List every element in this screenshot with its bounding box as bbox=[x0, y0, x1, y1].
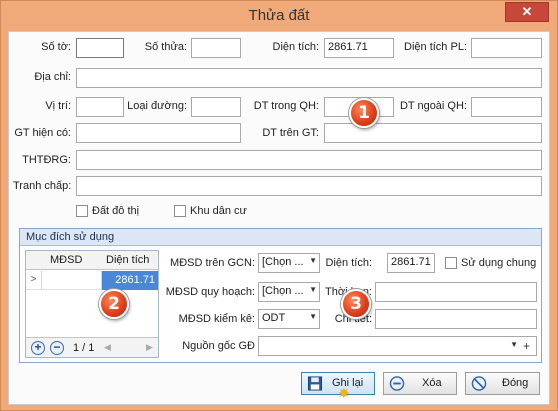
chi-tiet-field[interactable] bbox=[375, 309, 537, 329]
grid-pager: + − 1 / 1 ◀ ▶ bbox=[26, 337, 158, 357]
cell-dien-tich[interactable]: 2861.71 bbox=[102, 271, 158, 290]
close-button[interactable]: Đóng bbox=[465, 372, 540, 395]
window-close-button[interactable]: ✕ bbox=[505, 2, 549, 22]
dat-do-thi-checkbox[interactable] bbox=[76, 205, 88, 217]
label-dia-chi: Địa chỉ: bbox=[34, 71, 71, 83]
label-mdsd-tren-gcn: MĐSD trên GCN: bbox=[170, 257, 255, 269]
cell-mdsd[interactable] bbox=[42, 271, 102, 290]
table-row[interactable]: > 2861.71 bbox=[26, 271, 158, 290]
pager-text: 1 / 1 bbox=[73, 342, 95, 354]
dien-tich-purpose-field[interactable]: 2861.71 bbox=[387, 253, 435, 273]
label-so-to: Số tờ: bbox=[41, 41, 71, 53]
next-page-icon[interactable]: ▶ bbox=[146, 342, 153, 353]
prev-page-icon[interactable]: ◀ bbox=[104, 342, 111, 353]
dia-chi-field[interactable] bbox=[76, 68, 542, 88]
chevron-down-icon: ▼ bbox=[309, 285, 317, 294]
callout-badge-1: 1 bbox=[349, 98, 379, 128]
chevron-down-icon: ▼ bbox=[309, 312, 317, 321]
mdsd-tren-gcn-value: [Chọn ... bbox=[262, 256, 304, 268]
dat-do-thi-label: Đất đô thị bbox=[92, 205, 140, 217]
chevron-down-icon: ▼ bbox=[510, 340, 518, 349]
dt-ngoai-qh-field[interactable] bbox=[471, 97, 542, 117]
label-dien-tich-purpose: Diện tích: bbox=[325, 257, 372, 269]
mdsd-kiem-ke-select[interactable]: ODT ▼ bbox=[258, 309, 320, 329]
mdsd-kiem-ke-value: ODT bbox=[262, 312, 286, 324]
khu-dan-cu-checkbox[interactable] bbox=[174, 205, 186, 217]
thtdrg-field[interactable] bbox=[76, 150, 542, 170]
add-row-icon[interactable]: + bbox=[31, 341, 45, 355]
purpose-grid[interactable]: MĐSD Diện tích > 2861.71 + − 1 / 1 ◀ ▶ bbox=[25, 250, 159, 358]
label-dt-ngoai-qh: DT ngoài QH: bbox=[399, 100, 467, 112]
vi-tri-field[interactable] bbox=[76, 97, 124, 117]
khu-dan-cu-label: Khu dân cư bbox=[190, 205, 247, 217]
nguon-goc-select[interactable]: ▼ + bbox=[258, 336, 537, 356]
label-mdsd-kiem-ke: MĐSD kiểm kê: bbox=[178, 313, 255, 325]
title-bar[interactable]: Thửa đất ✕ bbox=[1, 1, 557, 31]
grid-col-dien-tich[interactable]: Diện tích bbox=[106, 254, 149, 266]
delete-button[interactable]: Xóa bbox=[383, 372, 457, 395]
chevron-down-icon: ▼ bbox=[309, 256, 317, 265]
close-button-label: Đóng bbox=[502, 377, 529, 389]
dien-tich-pl-field[interactable] bbox=[471, 38, 542, 58]
mdsd-tren-gcn-select[interactable]: [Chọn ... ▼ bbox=[258, 253, 320, 273]
dialog-body: Số tờ: Số thửa: Diện tích: 2861.71 Diện … bbox=[8, 31, 550, 405]
label-dt-tren-gt: DT trên GT: bbox=[262, 127, 319, 139]
dialog-window: Thửa đất ✕ Số tờ: Số thửa: Diện tích: 28… bbox=[0, 0, 558, 411]
add-icon[interactable]: + bbox=[523, 339, 530, 353]
mdsd-quy-hoach-value: [Chọn ... bbox=[262, 285, 304, 297]
label-nguon-goc: Nguồn gốc GĐ bbox=[182, 340, 255, 352]
so-to-field[interactable] bbox=[76, 38, 124, 58]
label-loai-duong: Loại đường: bbox=[127, 100, 187, 112]
label-dien-tich-pl: Diện tích PL: bbox=[404, 41, 467, 53]
row-indicator-icon: > bbox=[26, 271, 42, 290]
purpose-group: Mục đích sử dụng MĐSD Diện tích > 2861.7… bbox=[19, 228, 542, 363]
delete-button-label: Xóa bbox=[422, 377, 442, 389]
label-tranh-chap: Tranh chấp: bbox=[13, 180, 72, 192]
label-so-thua: Số thửa: bbox=[144, 41, 187, 53]
loai-duong-field[interactable] bbox=[191, 97, 241, 117]
click-cursor-icon: ✸ bbox=[338, 385, 350, 401]
minus-circle-icon bbox=[389, 376, 405, 391]
label-dien-tich: Diện tích: bbox=[272, 41, 319, 53]
su-dung-chung-checkbox[interactable] bbox=[445, 257, 457, 269]
grid-header: MĐSD Diện tích bbox=[26, 251, 158, 270]
save-icon bbox=[307, 376, 323, 391]
label-thtdrg: THTĐRG: bbox=[22, 154, 71, 166]
grid-col-mdsd[interactable]: MĐSD bbox=[50, 254, 82, 266]
label-gt-hien-co: GT hiện có: bbox=[14, 127, 71, 139]
dien-tich-field[interactable]: 2861.71 bbox=[324, 38, 394, 58]
so-thua-field[interactable] bbox=[191, 38, 241, 58]
tranh-chap-field[interactable] bbox=[76, 176, 542, 196]
label-vi-tri: Vị trí: bbox=[45, 100, 71, 112]
gt-hien-co-field[interactable] bbox=[76, 123, 241, 143]
remove-row-icon[interactable]: − bbox=[50, 341, 64, 355]
window-title: Thửa đất bbox=[248, 7, 310, 24]
label-mdsd-quy-hoach: MĐSD quy hoạch: bbox=[165, 286, 255, 298]
thoi-han-field[interactable] bbox=[375, 282, 537, 302]
callout-badge-2: 2 bbox=[99, 289, 129, 319]
su-dung-chung-label: Sử dụng chung bbox=[461, 257, 537, 269]
mdsd-quy-hoach-select[interactable]: [Chọn ... ▼ bbox=[258, 282, 320, 302]
cancel-icon bbox=[471, 376, 487, 391]
callout-badge-3: 3 bbox=[341, 289, 371, 319]
purpose-group-header: Mục đích sử dụng bbox=[20, 229, 541, 246]
label-dt-trong-qh: DT trong QH: bbox=[253, 100, 319, 112]
